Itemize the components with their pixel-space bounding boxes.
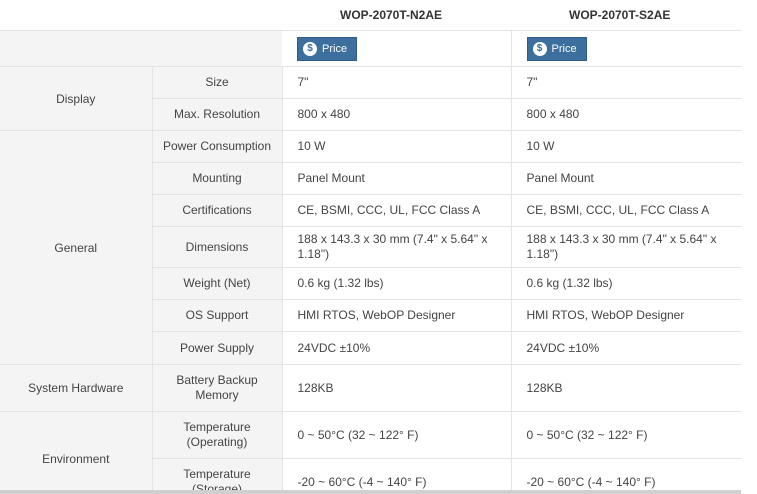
group-system-hardware: System Hardware <box>0 364 153 412</box>
group-environment: Environment <box>0 411 153 490</box>
value-certifications-1: CE, BSMI, CCC, UL, FCC Class A <box>282 194 512 227</box>
value-size-1: 7" <box>282 66 512 99</box>
value-temp-operating-2: 0 ~ 50°C (32 ~ 122° F) <box>511 411 741 459</box>
price-button-1[interactable]: $ Price <box>297 36 358 61</box>
value-weight-1: 0.6 kg (1.32 lbs) <box>282 267 512 300</box>
value-os-support-2: HMI RTOS, WebOP Designer <box>511 299 741 332</box>
value-os-support-1: HMI RTOS, WebOP Designer <box>282 299 512 332</box>
value-dimensions-2: 188 x 143.3 x 30 mm (7.4" x 5.64" x 1.18… <box>511 226 741 268</box>
value-weight-2: 0.6 kg (1.32 lbs) <box>511 267 741 300</box>
table-row: General Power Consumption 10 W 10 W <box>0 130 741 365</box>
attr-max-resolution: Max. Resolution <box>152 98 283 131</box>
attr-os-support: OS Support <box>152 299 283 332</box>
dollar-icon: $ <box>303 41 317 56</box>
price-button-label: Price <box>551 42 577 55</box>
attr-power-consumption: Power Consumption <box>152 130 283 163</box>
attr-size: Size <box>152 66 283 99</box>
price-cell-2: $ Price <box>511 30 741 67</box>
value-mounting-2: Panel Mount <box>511 162 741 195</box>
value-mounting-1: Panel Mount <box>282 162 512 195</box>
value-power-supply-2: 24VDC ±10% <box>511 331 741 365</box>
spec-comparison-table: WOP-2070T-N2AE WOP-2070T-S2AE $ Price $ Pr… <box>0 0 741 490</box>
attr-weight: Weight (Net) <box>152 267 283 300</box>
attr-certifications: Certifications <box>152 194 283 227</box>
value-power-consumption-2: 10 W <box>511 130 741 163</box>
price-button-label: Price <box>322 42 348 55</box>
group-display: Display <box>0 66 153 131</box>
header-blank <box>0 0 282 31</box>
table-row: System Hardware Battery Backup Memory 12… <box>0 364 741 412</box>
value-battery-backup-memory-1: 128KB <box>282 364 512 412</box>
product-name-1[interactable]: WOP-2070T-N2AE <box>282 0 511 31</box>
page-bottom-edge <box>0 490 741 494</box>
price-row: $ Price $ Price <box>0 30 741 67</box>
value-dimensions-1: 188 x 143.3 x 30 mm (7.4" x 5.64" x 1.18… <box>282 226 512 268</box>
value-power-consumption-1: 10 W <box>282 130 512 163</box>
product-name-2[interactable]: WOP-2070T-S2AE <box>511 0 741 31</box>
attr-dimensions: Dimensions <box>152 226 283 268</box>
value-temp-storage-2: -20 ~ 60°C (-4 ~ 140° F) <box>511 458 741 490</box>
group-general: General <box>0 130 153 365</box>
attr-power-supply: Power Supply <box>152 331 283 365</box>
price-button-2[interactable]: $ Price <box>526 36 587 61</box>
price-row-label <box>0 30 282 67</box>
page-right-edge <box>741 0 757 494</box>
value-power-supply-1: 24VDC ±10% <box>282 331 512 365</box>
dollar-icon: $ <box>532 41 547 56</box>
value-size-2: 7" <box>511 66 741 99</box>
attr-mounting: Mounting <box>152 162 283 195</box>
attr-battery-backup-memory: Battery Backup Memory <box>152 364 283 412</box>
value-certifications-2: CE, BSMI, CCC, UL, FCC Class A <box>511 194 741 227</box>
price-cell-1: $ Price <box>282 30 512 67</box>
value-temp-operating-1: 0 ~ 50°C (32 ~ 122° F) <box>282 411 512 459</box>
attr-temp-operating: Temperature (Operating) <box>152 411 283 459</box>
attr-temp-storage: Temperature (Storage) <box>152 458 283 490</box>
value-battery-backup-memory-2: 128KB <box>511 364 741 412</box>
value-max-resolution-1: 800 x 480 <box>282 98 512 131</box>
value-temp-storage-1: -20 ~ 60°C (-4 ~ 140° F) <box>282 458 512 490</box>
value-max-resolution-2: 800 x 480 <box>511 98 741 131</box>
table-row: Display Size 7" 7" <box>0 66 741 131</box>
table-row: Environment Temperature (Operating) 0 ~ … <box>0 411 741 490</box>
product-header-row: WOP-2070T-N2AE WOP-2070T-S2AE <box>0 0 741 31</box>
